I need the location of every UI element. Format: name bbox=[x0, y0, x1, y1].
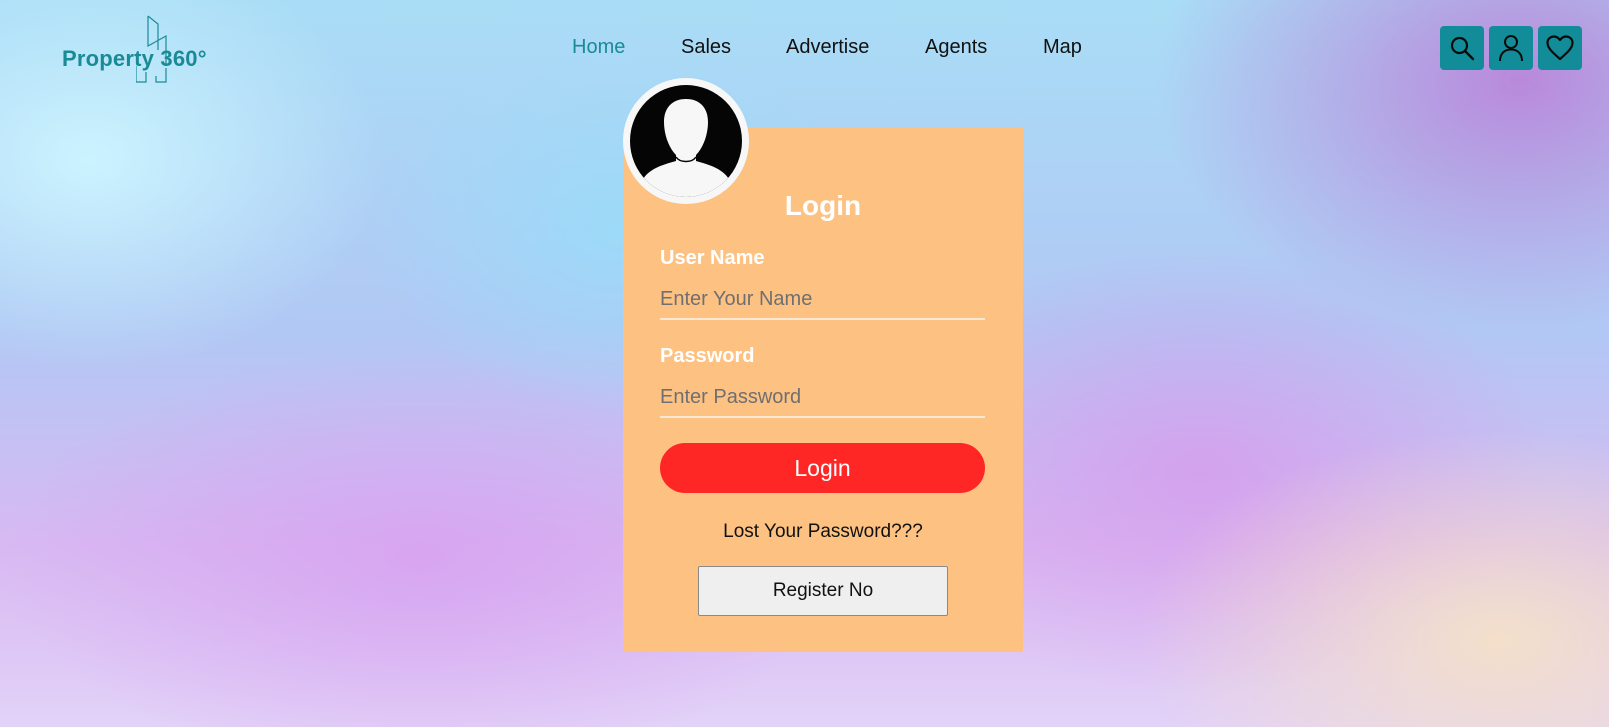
register-button[interactable]: Register No bbox=[698, 566, 948, 616]
avatar bbox=[623, 78, 749, 204]
favorites-button[interactable] bbox=[1538, 26, 1582, 70]
login-form: Login User Name Password Login Lost Your… bbox=[623, 128, 1023, 652]
nav-item-map[interactable]: Map bbox=[1043, 36, 1082, 59]
username-input[interactable] bbox=[660, 280, 985, 320]
search-button[interactable] bbox=[1440, 26, 1484, 70]
lost-password-link[interactable]: Lost Your Password??? bbox=[623, 521, 1023, 543]
user-icon bbox=[1499, 35, 1523, 62]
account-button[interactable] bbox=[1489, 26, 1533, 70]
main-nav: Home Sales Advertise Agents Map bbox=[0, 36, 1609, 64]
nav-item-sales[interactable]: Sales bbox=[681, 36, 731, 59]
nav-item-home[interactable]: Home bbox=[572, 36, 625, 59]
nav-item-advertise[interactable]: Advertise bbox=[786, 36, 869, 59]
nav-item-agents[interactable]: Agents bbox=[925, 36, 987, 59]
login-button[interactable]: Login bbox=[660, 443, 985, 493]
heart-icon bbox=[1546, 35, 1574, 61]
search-icon bbox=[1450, 36, 1475, 61]
password-input[interactable] bbox=[660, 378, 985, 418]
password-label: Password bbox=[660, 345, 755, 367]
user-silhouette-icon bbox=[642, 99, 730, 197]
username-label: User Name bbox=[660, 247, 765, 269]
